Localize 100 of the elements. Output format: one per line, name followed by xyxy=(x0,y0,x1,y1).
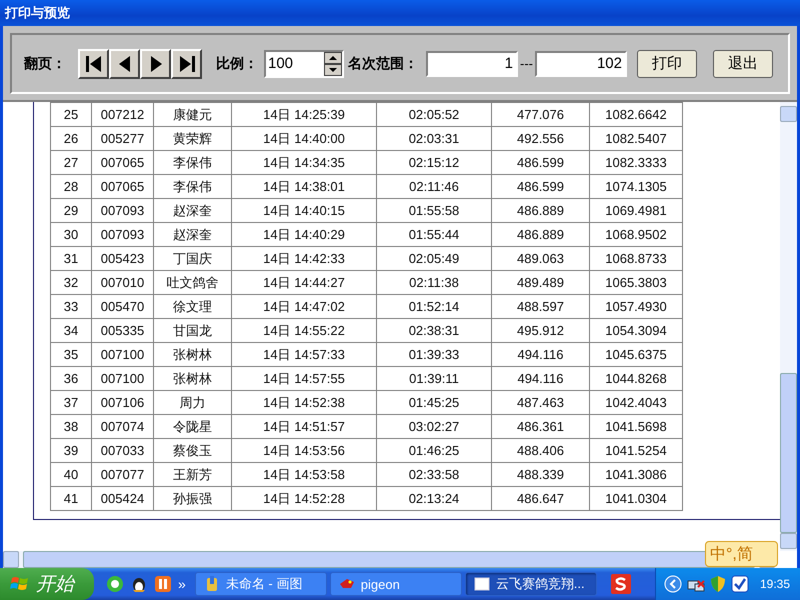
table-cell: 1045.6375 xyxy=(590,342,682,366)
table-cell: 14日 14:25:39 xyxy=(232,102,376,126)
first-page-button[interactable] xyxy=(78,48,109,78)
table-cell: 02:05:49 xyxy=(376,246,492,270)
table-cell: 14日 14:52:28 xyxy=(232,486,376,510)
table-cell: 489.489 xyxy=(492,270,590,294)
range-separator: --- xyxy=(520,56,533,71)
table-cell: 1042.4043 xyxy=(590,390,682,414)
table-cell: 丁国庆 xyxy=(154,246,232,270)
table-cell: 1041.0304 xyxy=(590,486,682,510)
browser-icon[interactable] xyxy=(106,575,124,593)
table-cell: 1065.3803 xyxy=(590,270,682,294)
sogou-icon[interactable] xyxy=(610,574,631,594)
exit-button[interactable]: 退出 xyxy=(713,50,773,78)
table-cell: 494.116 xyxy=(492,342,590,366)
table-cell: 486.647 xyxy=(492,486,590,510)
taskbar-button[interactable]: 未命名 - 画图 xyxy=(194,572,327,596)
table-cell: 14日 14:53:56 xyxy=(232,438,376,462)
shield-icon[interactable] xyxy=(710,575,726,593)
table-cell: 14日 14:44:27 xyxy=(232,270,376,294)
table-cell: 14日 14:40:15 xyxy=(232,198,376,222)
table-cell: 007010 xyxy=(92,270,154,294)
table-cell: 007065 xyxy=(92,174,154,198)
table-cell: 03:02:27 xyxy=(376,414,492,438)
range-from-field[interactable]: 1 xyxy=(426,50,518,76)
print-button[interactable]: 打印 xyxy=(637,50,697,78)
vertical-scrollbar[interactable] xyxy=(780,102,797,551)
table-cell: 32 xyxy=(50,270,92,294)
table-cell: 005424 xyxy=(92,486,154,510)
table-cell: 30 xyxy=(50,222,92,246)
taskbar-button[interactable]: pigeon xyxy=(330,572,462,596)
table-cell: 005335 xyxy=(92,318,154,342)
table-cell: 007033 xyxy=(92,438,154,462)
table-cell: 01:55:58 xyxy=(376,198,492,222)
more-toggle[interactable]: » xyxy=(178,576,186,592)
table-cell: 14日 14:34:35 xyxy=(232,150,376,174)
table-cell: 27 xyxy=(50,150,92,174)
media-icon[interactable] xyxy=(154,575,172,593)
table-cell: 40 xyxy=(50,462,92,486)
last-page-button[interactable] xyxy=(171,48,202,78)
table-cell: 01:39:11 xyxy=(376,366,492,390)
window-title: 打印与预览 xyxy=(0,0,800,26)
clock: 19:35 xyxy=(760,577,790,591)
table-cell: 007212 xyxy=(92,102,154,126)
table-cell: 01:45:25 xyxy=(376,390,492,414)
table-cell: 赵深奎 xyxy=(154,198,232,222)
last-page-icon xyxy=(178,54,196,74)
penguin-icon[interactable] xyxy=(130,575,148,593)
table-cell: 周力 xyxy=(154,390,232,414)
table-cell: 34 xyxy=(50,318,92,342)
table-cell: 14日 14:55:22 xyxy=(232,318,376,342)
table-cell: 1082.5407 xyxy=(590,126,682,150)
start-button[interactable]: 开始 xyxy=(0,568,94,600)
first-page-icon xyxy=(84,54,102,74)
table-cell: 黄荣辉 xyxy=(154,126,232,150)
table-cell: 007077 xyxy=(92,462,154,486)
table-cell: 1057.4930 xyxy=(590,294,682,318)
table-cell: 02:11:38 xyxy=(376,270,492,294)
previous-page-button[interactable] xyxy=(109,48,140,78)
table-cell: 492.556 xyxy=(492,126,590,150)
table-cell: 477.076 xyxy=(492,102,590,126)
range-to-field[interactable]: 102 xyxy=(535,50,627,76)
table-cell: 1041.3086 xyxy=(590,462,682,486)
table-cell: 35 xyxy=(50,342,92,366)
table-cell: 007065 xyxy=(92,150,154,174)
page-label: 翻页： xyxy=(24,54,66,72)
table-cell: 蔡俊玉 xyxy=(154,438,232,462)
table-cell: 14日 14:52:38 xyxy=(232,390,376,414)
collapse-tray-icon[interactable] xyxy=(664,575,682,593)
table-cell: 28 xyxy=(50,174,92,198)
table-cell: 01:52:14 xyxy=(376,294,492,318)
table-cell: 495.912 xyxy=(492,318,590,342)
table-cell: 14日 14:38:01 xyxy=(232,174,376,198)
table-cell: 1074.1305 xyxy=(590,174,682,198)
checkmark-tray-icon[interactable] xyxy=(730,575,749,593)
table-cell: 007106 xyxy=(92,390,154,414)
table-cell: 488.597 xyxy=(492,294,590,318)
table-cell: 14日 14:47:02 xyxy=(232,294,376,318)
table-cell: 488.406 xyxy=(492,438,590,462)
table-cell: 1044.8268 xyxy=(590,366,682,390)
window-icon xyxy=(474,576,490,592)
table-cell: 007100 xyxy=(92,342,154,366)
table-cell: 02:03:31 xyxy=(376,126,492,150)
taskbar-button[interactable]: 云飞赛鸽竞翔... xyxy=(464,572,597,596)
table-cell: 007074 xyxy=(92,414,154,438)
table-cell: 007093 xyxy=(92,222,154,246)
table-cell: 1041.5254 xyxy=(590,438,682,462)
table-cell: 1069.4981 xyxy=(590,198,682,222)
table-cell: 1068.8733 xyxy=(590,246,682,270)
next-page-button[interactable] xyxy=(140,48,171,78)
table-cell: 39 xyxy=(50,438,92,462)
table-cell: 赵深奎 xyxy=(154,222,232,246)
table-cell: 487.463 xyxy=(492,390,590,414)
table-cell: 王新芳 xyxy=(154,462,232,486)
table-cell: 01:46:25 xyxy=(376,438,492,462)
table-cell: 1068.9502 xyxy=(590,222,682,246)
table-cell: 01:55:44 xyxy=(376,222,492,246)
table-cell: 29 xyxy=(50,198,92,222)
table-cell: 02:15:12 xyxy=(376,150,492,174)
table-cell: 14日 14:40:00 xyxy=(232,126,376,150)
